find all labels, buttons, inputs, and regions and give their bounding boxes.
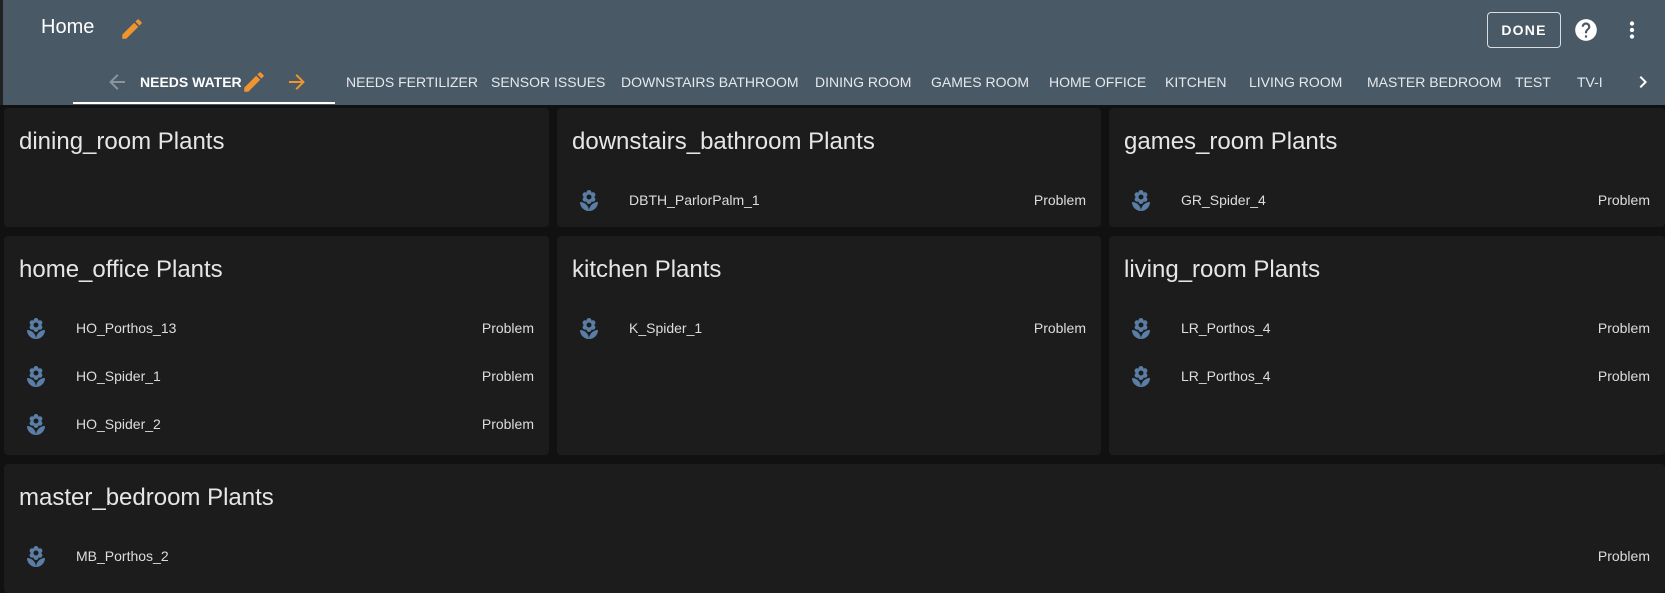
plant-row[interactable]: HO_Spider_2 Problem — [4, 401, 549, 449]
flower-icon — [1129, 189, 1153, 213]
active-tab-indicator — [73, 102, 335, 104]
plant-row[interactable]: DBTH_ParlorPalm_1 Problem — [557, 177, 1101, 225]
tab-dining-room[interactable]: DINING ROOM — [815, 62, 911, 105]
plant-name: LR_Porthos_4 — [1181, 368, 1271, 384]
flower-icon — [24, 413, 48, 437]
tabs-scroll-area: NEEDS FERTILIZER SENSOR ISSUES DOWNSTAIR… — [343, 62, 1617, 105]
plant-name: LR_Porthos_4 — [1181, 320, 1271, 336]
plant-row[interactable]: LR_Porthos_4 Problem — [1109, 353, 1665, 401]
plant-row[interactable]: GR_Spider_4 Problem — [1109, 177, 1665, 225]
flower-icon — [24, 317, 48, 341]
card-title: kitchen Plants — [572, 256, 722, 283]
tab-games-room[interactable]: GAMES ROOM — [931, 62, 1029, 105]
card-living-room: living_room Plants LR_Porthos_4 Problem … — [1109, 236, 1665, 455]
plant-state: Problem — [1597, 548, 1650, 564]
card-dining-room: dining_room Plants — [4, 108, 549, 227]
plant-row[interactable]: K_Spider_1 Problem — [557, 305, 1101, 353]
edit-dashboard-icon[interactable] — [119, 16, 145, 42]
card-title: dining_room Plants — [19, 128, 225, 155]
plant-state: Problem — [1033, 192, 1086, 208]
move-tab-left-icon — [105, 70, 129, 94]
flower-icon — [1129, 365, 1153, 389]
plant-row[interactable]: HO_Spider_1 Problem — [4, 353, 549, 401]
card-downstairs-bathroom: downstairs_bathroom Plants DBTH_ParlorPa… — [557, 108, 1101, 227]
card-title: games_room Plants — [1124, 128, 1338, 155]
plant-name: HO_Porthos_13 — [76, 320, 177, 336]
plant-row[interactable]: HO_Porthos_13 Problem — [4, 305, 549, 353]
tab-needs-fertilizer[interactable]: NEEDS FERTILIZER — [346, 62, 478, 105]
plant-name: GR_Spider_4 — [1181, 192, 1266, 208]
plant-name: DBTH_ParlorPalm_1 — [629, 192, 760, 208]
tab-needs-water[interactable]: NEEDS WATER — [140, 62, 242, 105]
tab-home-office[interactable]: HOME OFFICE — [1049, 62, 1146, 105]
scroll-tabs-right-icon[interactable] — [1631, 70, 1655, 94]
tab-sensor-issues[interactable]: SENSOR ISSUES — [491, 62, 605, 105]
flower-icon — [24, 545, 48, 569]
flower-icon — [24, 365, 48, 389]
flower-icon — [577, 189, 601, 213]
done-button[interactable]: DONE — [1487, 12, 1561, 48]
tab-master-bedroom[interactable]: MASTER BEDROOM — [1367, 62, 1502, 105]
tab-tv[interactable]: TV-I — [1577, 62, 1603, 105]
plant-state: Problem — [1033, 320, 1086, 336]
view-tabs: NEEDS WATER NEEDS FERTILIZER SENSOR ISSU… — [3, 62, 1665, 105]
plant-row[interactable]: LR_Porthos_4 Problem — [1109, 305, 1665, 353]
card-title: home_office Plants — [19, 256, 223, 283]
card-games-room: games_room Plants GR_Spider_4 Problem — [1109, 108, 1665, 227]
app-header: Home DONE NEEDS WATER NEEDS FERTILIZER S… — [0, 0, 1665, 105]
card-title: living_room Plants — [1124, 256, 1321, 283]
plant-state: Problem — [1597, 368, 1650, 384]
more-options-icon[interactable] — [1619, 17, 1645, 43]
card-title: downstairs_bathroom Plants — [572, 128, 875, 155]
flower-icon — [1129, 317, 1153, 341]
card-kitchen: kitchen Plants K_Spider_1 Problem — [557, 236, 1101, 455]
move-tab-right-icon[interactable] — [285, 70, 309, 94]
card-title: master_bedroom Plants — [19, 484, 274, 511]
card-home-office: home_office Plants HO_Porthos_13 Problem… — [4, 236, 549, 455]
tab-living-room[interactable]: LIVING ROOM — [1249, 62, 1342, 105]
card-master-bedroom: master_bedroom Plants MB_Porthos_2 Probl… — [4, 464, 1665, 593]
tab-downstairs-bathroom[interactable]: DOWNSTAIRS BATHROOM — [621, 62, 799, 105]
plant-row[interactable]: MB_Porthos_2 Problem — [4, 533, 1665, 581]
edit-view-icon[interactable] — [241, 69, 267, 95]
help-icon[interactable] — [1573, 17, 1599, 43]
plant-name: HO_Spider_1 — [76, 368, 161, 384]
plant-name: MB_Porthos_2 — [76, 548, 169, 564]
page-title: Home — [41, 16, 95, 38]
plant-state: Problem — [481, 320, 534, 336]
flower-icon — [577, 317, 601, 341]
plant-name: HO_Spider_2 — [76, 416, 161, 432]
plant-state: Problem — [1597, 320, 1650, 336]
plant-state: Problem — [481, 416, 534, 432]
tab-test[interactable]: TEST — [1515, 62, 1551, 105]
tab-kitchen[interactable]: KITCHEN — [1165, 62, 1226, 105]
plant-state: Problem — [1597, 192, 1650, 208]
plant-name: K_Spider_1 — [629, 320, 703, 336]
plant-state: Problem — [481, 368, 534, 384]
